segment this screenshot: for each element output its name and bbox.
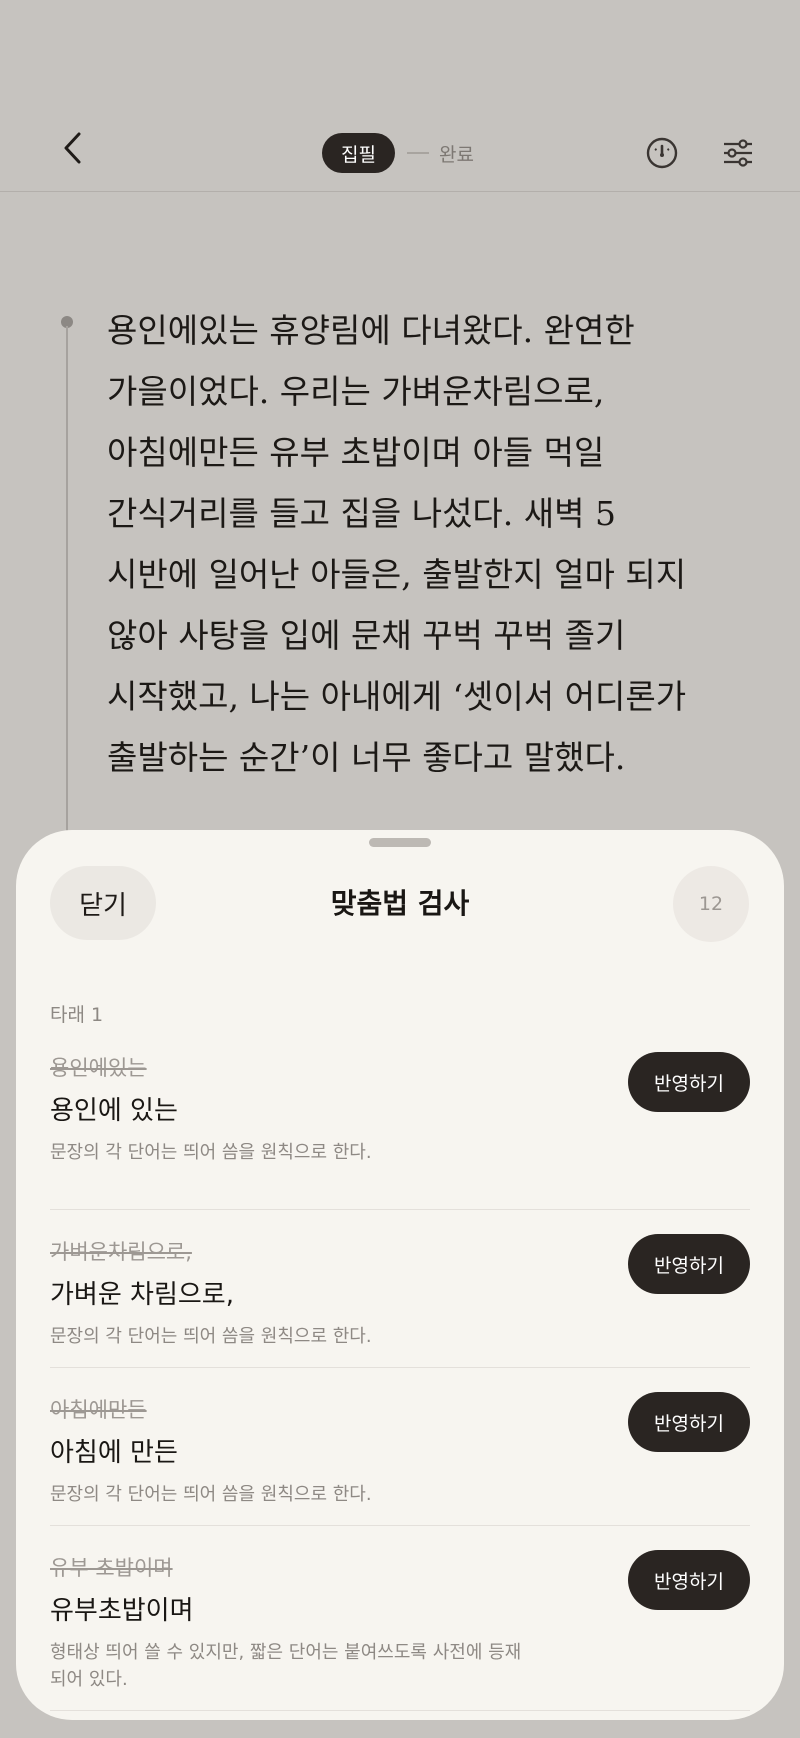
correction-note: 문장의 각 단어는 띄어 씀을 원칙으로 한다. xyxy=(50,1326,372,1347)
text-line: 아침에만든 유부 초밥이며 아들 먹일 xyxy=(107,433,605,472)
text-line: 시반에 일어난 아들은, 출발한지 얼마 되지 xyxy=(107,555,687,594)
settings-button[interactable] xyxy=(722,138,754,168)
text-line: 출발하는 순간’이 너무 좋다고 말했다. xyxy=(107,738,626,777)
issue-count-badge: 12 xyxy=(673,866,749,942)
text-line: 않아 사탕을 입에 문채 꾸벅 꾸벅 졸기 xyxy=(107,616,626,655)
editor-area[interactable]: 용인에있는 휴양림에 다녀왔다. 완연한 가을이었다. 우리는 가벼운차림으로,… xyxy=(0,192,800,846)
correction-item: 유부 초밥이며 유부초밥이며 형태상 띄어 쓸 수 있지만, 짧은 단어는 붙여… xyxy=(50,1526,750,1711)
step-next: 완료 xyxy=(438,143,474,166)
section-label: 타래 1 xyxy=(50,1004,104,1026)
text-line: 가을이었다. 우리는 가벼운차림으로, xyxy=(107,372,605,411)
correction-item: 용인에있는 용인에 있는 문장의 각 단어는 띄어 씀을 원칙으로 한다. 반영… xyxy=(50,1052,750,1210)
apply-button[interactable]: 반영하기 xyxy=(628,1234,750,1294)
paragraph-text[interactable]: 용인에있는 휴양림에 다녀왔다. 완연한 가을이었다. 우리는 가벼운차림으로,… xyxy=(107,300,747,788)
correction-item: 가벼운차림으로, 가벼운 차림으로, 문장의 각 단어는 띄어 씀을 원칙으로 … xyxy=(50,1210,750,1368)
sliders-icon xyxy=(724,139,752,167)
correction-note: 문장의 각 단어는 띄어 씀을 원칙으로 한다. xyxy=(50,1484,372,1505)
gauge-button[interactable] xyxy=(645,136,679,170)
spellcheck-sheet: 닫기 맞춤법 검사 12 타래 1 용인에있는 용인에 있는 문장의 각 단어는… xyxy=(16,830,784,1720)
top-bar: 집필 완료 xyxy=(0,0,800,192)
step-connector xyxy=(406,152,429,154)
apply-button[interactable]: 반영하기 xyxy=(628,1550,750,1610)
step-current: 집필 xyxy=(322,133,395,173)
text-line: 용인에있는 휴양림에 다녀왔다. 완연한 xyxy=(107,311,635,350)
paragraph-guide-line xyxy=(66,326,68,846)
apply-button[interactable]: 반영하기 xyxy=(628,1052,750,1112)
apply-button[interactable]: 반영하기 xyxy=(628,1392,750,1452)
sheet-title: 맞춤법 검사 xyxy=(330,887,470,920)
chevron-left-icon xyxy=(64,132,81,164)
correction-list: 용인에있는 용인에 있는 문장의 각 단어는 띄어 씀을 원칙으로 한다. 반영… xyxy=(50,1052,750,1711)
correction-note: 형태상 띄어 쓸 수 있지만, 짧은 단어는 붙여쓰도록 사전에 등재되어 있다… xyxy=(50,1642,522,1690)
text-line: 시작했고, 나는 아내에게 ‘셋이서 어디론가 xyxy=(107,677,687,716)
sheet-drag-handle[interactable] xyxy=(369,838,431,847)
back-button[interactable] xyxy=(52,128,92,168)
correction-item: 아침에만든 아침에 만든 문장의 각 단어는 띄어 씀을 원칙으로 한다. 반영… xyxy=(50,1368,750,1526)
text-line: 간식거리를 들고 집을 나섰다. 새벽 5 xyxy=(107,494,616,533)
progress-stepper: 집필 완료 xyxy=(322,133,474,173)
gauge-icon xyxy=(646,137,678,169)
correction-note: 문장의 각 단어는 띄어 씀을 원칙으로 한다. xyxy=(50,1142,372,1163)
